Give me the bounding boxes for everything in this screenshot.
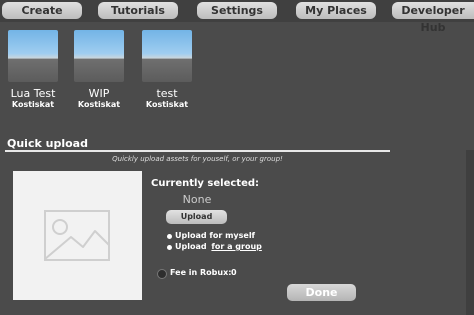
nav-my-places-button[interactable]: My Places xyxy=(296,2,376,19)
upload-button[interactable]: Upload xyxy=(166,210,227,224)
place-card-wip[interactable]: WIP Kostiskat xyxy=(70,30,128,110)
currently-selected-label: Currently selected: xyxy=(151,178,260,189)
place-card-test[interactable]: test Kostiskat xyxy=(138,30,196,110)
place-owner: Kostiskat xyxy=(145,100,189,109)
upload-group-option[interactable]: Upload for a group xyxy=(175,242,262,251)
fee-value: 0 xyxy=(231,268,237,277)
place-owner: Kostiskat xyxy=(11,100,55,109)
place-thumbnail[interactable] xyxy=(8,30,58,82)
place-name: Lua Test xyxy=(10,87,56,100)
done-button[interactable]: Done xyxy=(287,284,356,301)
for-a-group-link[interactable]: for a group xyxy=(211,242,261,251)
place-card-lua-test[interactable]: Lua Test Kostiskat xyxy=(4,30,62,110)
place-name: WIP xyxy=(88,87,110,100)
nav-tutorials-button[interactable]: Tutorials xyxy=(98,2,178,19)
nav-create-button[interactable]: Create xyxy=(2,2,82,19)
quick-upload-subtitle: Quickly upload assets for youself, or yo… xyxy=(112,155,283,163)
top-nav-bar: Create Tutorials Settings My Places Deve… xyxy=(0,0,474,34)
fee-label: Fee in Robux: xyxy=(170,268,232,277)
upload-myself-radio[interactable] xyxy=(167,234,172,239)
asset-preview[interactable] xyxy=(13,171,142,300)
section-divider xyxy=(5,150,390,152)
upload-group-radio[interactable] xyxy=(167,245,172,250)
upload-myself-label[interactable]: Upload for myself xyxy=(175,231,255,240)
nav-settings-button[interactable]: Settings xyxy=(197,2,277,19)
image-placeholder-icon xyxy=(44,210,110,261)
place-thumbnail[interactable] xyxy=(74,30,124,82)
quick-upload-title: Quick upload xyxy=(7,137,88,150)
robux-icon xyxy=(157,269,167,279)
nav-developer-hub-button[interactable]: Developer Hub xyxy=(392,2,474,34)
scrollbar[interactable] xyxy=(466,150,474,315)
currently-selected-value: None xyxy=(182,193,212,206)
place-owner: Kostiskat xyxy=(77,100,121,109)
place-thumbnail[interactable] xyxy=(142,30,192,82)
place-name: test xyxy=(156,87,178,100)
upload-group-label: Upload xyxy=(175,242,207,251)
